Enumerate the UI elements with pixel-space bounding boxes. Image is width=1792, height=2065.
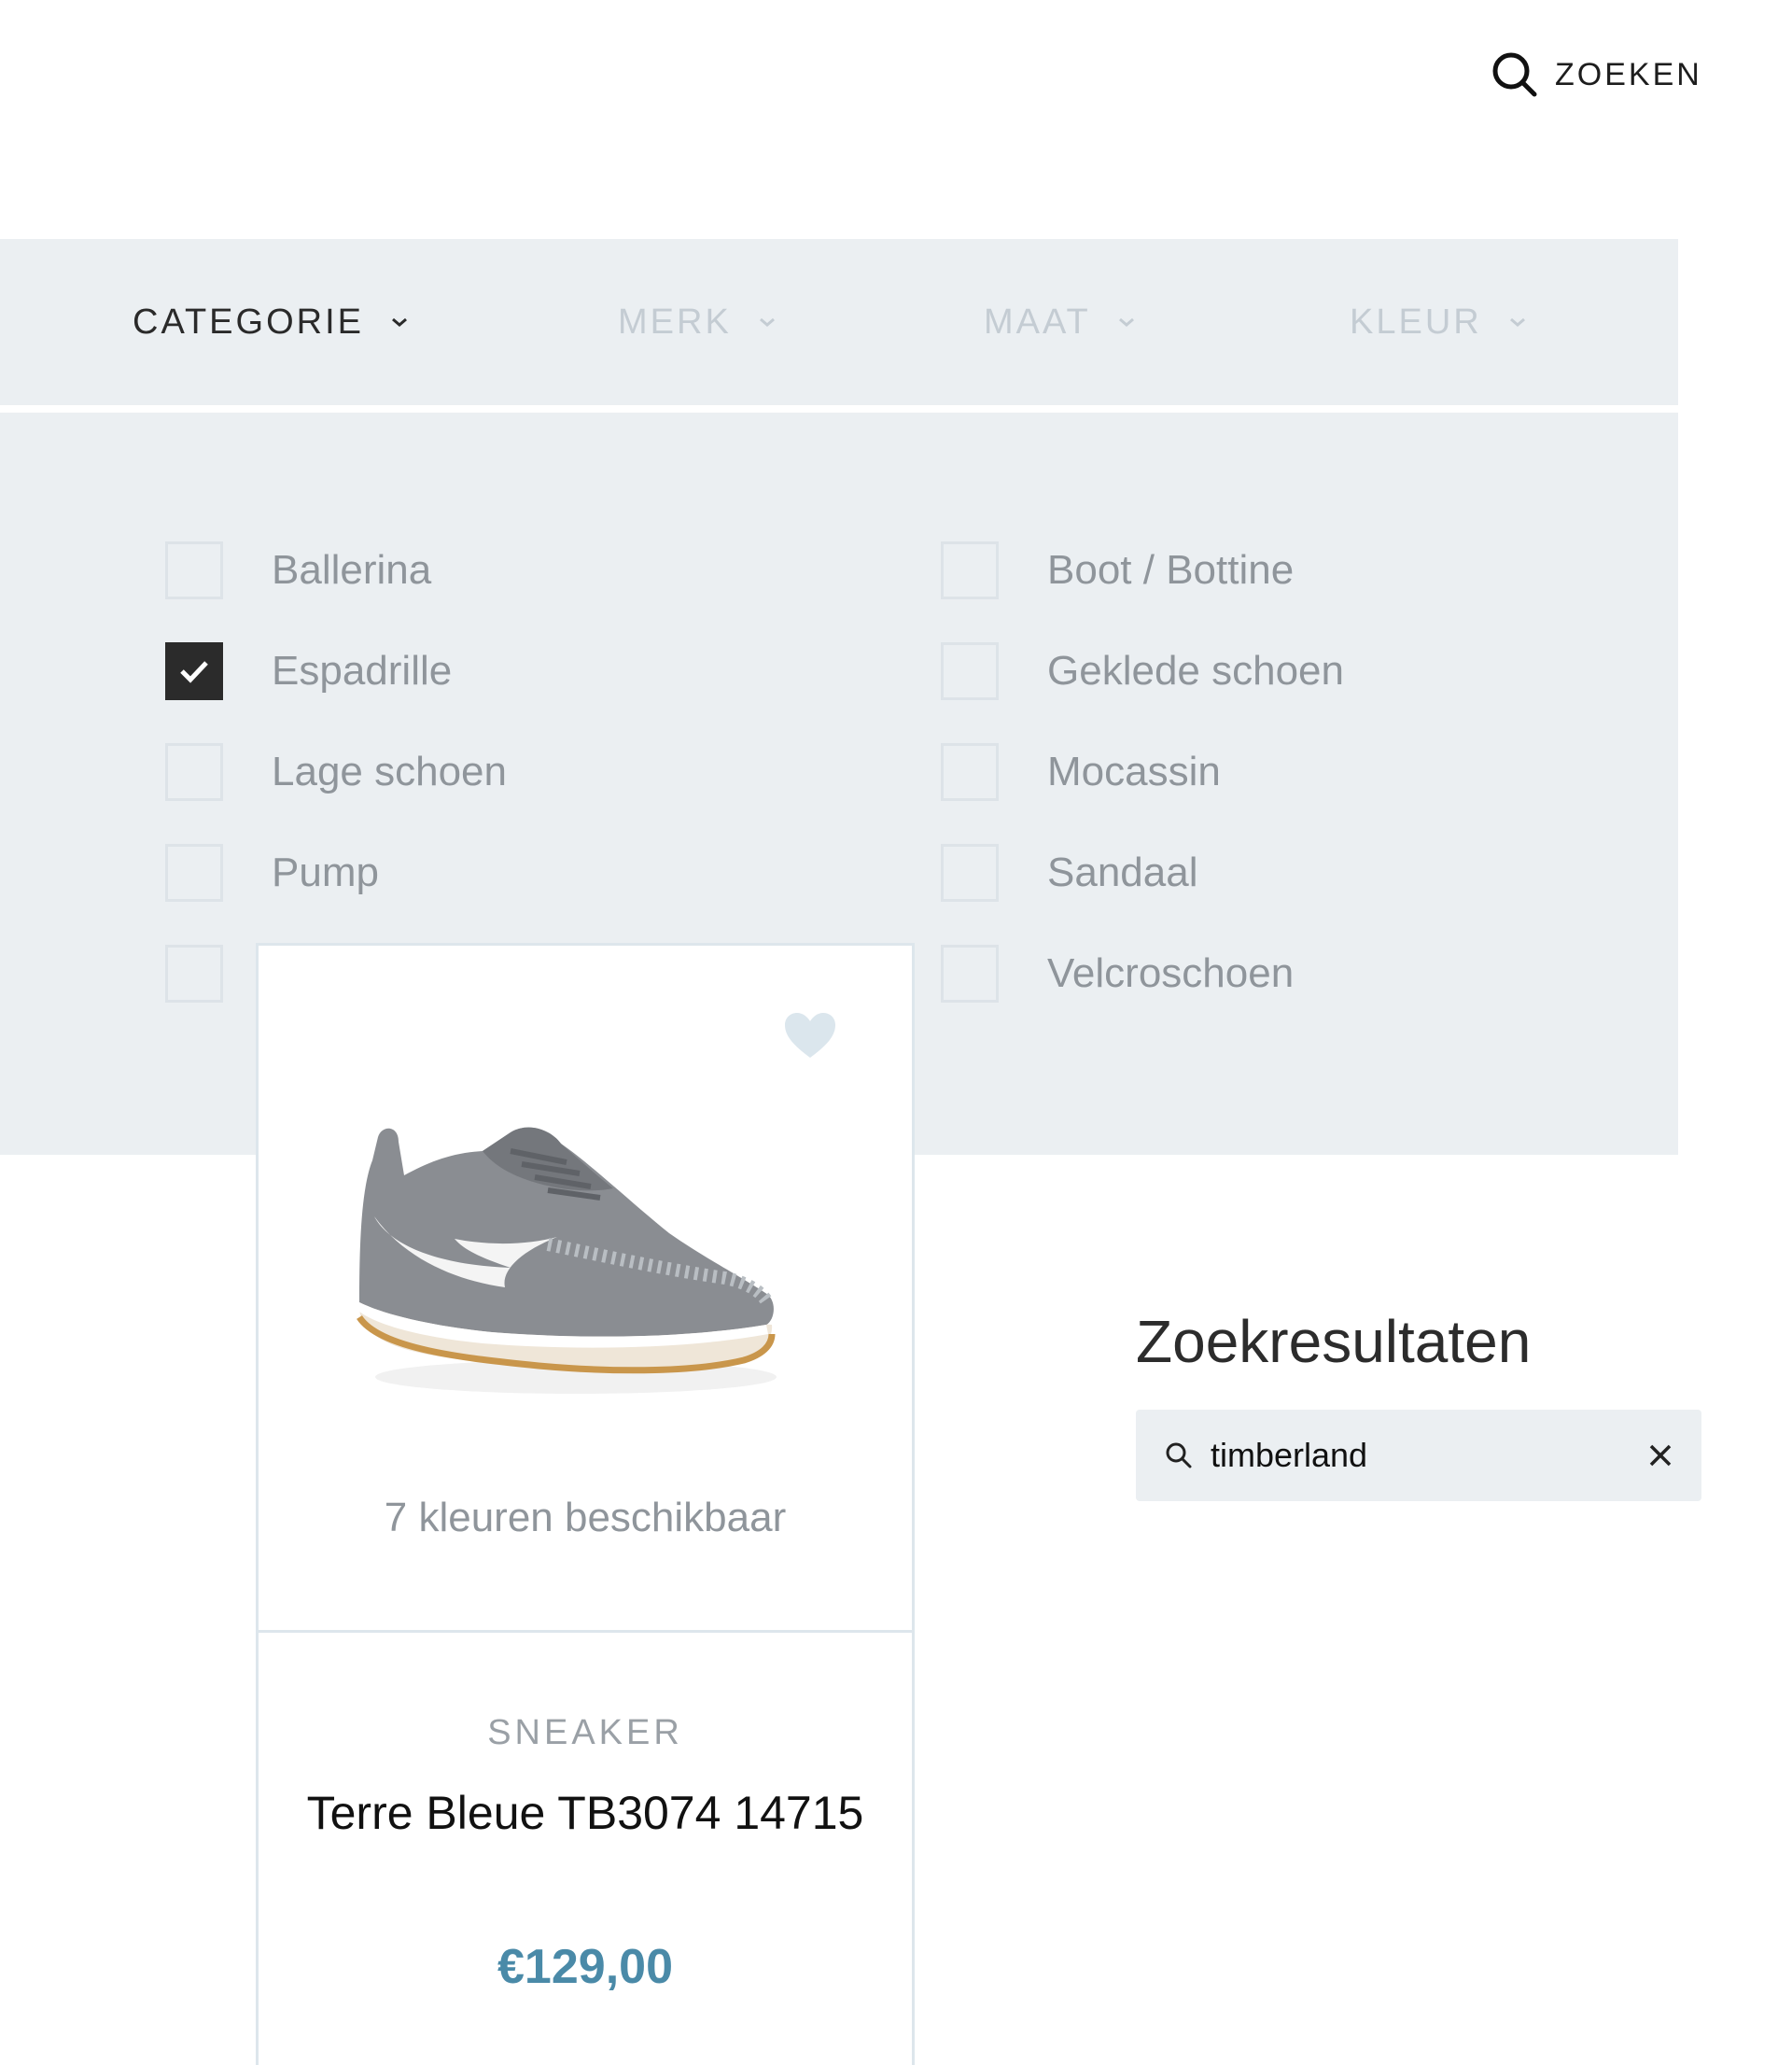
option-label: Velcroschoen [1047, 950, 1295, 996]
tab-maat[interactable]: MAAT [984, 239, 1136, 405]
product-name[interactable]: Terre Bleue TB3074 14715 [296, 1782, 875, 1844]
checkbox[interactable] [165, 743, 223, 801]
search-box [1136, 1410, 1701, 1501]
category-option-geklede-schoen[interactable]: Geklede schoen [941, 640, 1344, 702]
colors-available: 7 kleuren beschikbaar [384, 1495, 787, 1540]
checkbox[interactable] [941, 743, 999, 801]
checkbox[interactable] [941, 844, 999, 902]
chevron-down-icon [392, 317, 407, 327]
product-card[interactable]: 7 kleuren beschikbaar SNEAKER Terre Bleu… [256, 943, 915, 2065]
tab-merk[interactable]: MERK [618, 239, 777, 405]
tab-label: CATEGORIE [133, 302, 364, 342]
option-label: Lage schoen [272, 749, 507, 794]
checkbox-checked[interactable] [165, 642, 223, 700]
checkbox[interactable] [941, 642, 999, 700]
category-option-ballerina[interactable]: Ballerina [165, 540, 431, 601]
top-search-link[interactable]: ZOEKEN [1490, 49, 1702, 101]
chevron-down-icon [1118, 317, 1134, 327]
product-category: SNEAKER [487, 1713, 683, 1752]
card-divider [259, 1630, 912, 1633]
checkbox[interactable] [941, 541, 999, 599]
option-label: Mocassin [1047, 749, 1221, 794]
results-title: Zoekresultaten [1136, 1308, 1532, 1375]
option-label: Pump [272, 850, 379, 895]
checkbox[interactable] [165, 844, 223, 902]
search-input[interactable] [1211, 1410, 1612, 1501]
checkbox[interactable] [165, 541, 223, 599]
option-label: Espadrille [272, 648, 453, 694]
checkbox[interactable] [941, 945, 999, 1003]
search-icon [1492, 52, 1537, 97]
search-icon [1166, 1442, 1192, 1468]
option-label: Sandaal [1047, 850, 1198, 895]
category-option-velcroschoen[interactable]: Velcroschoen [941, 943, 1294, 1004]
product-price: €129,00 [497, 1940, 673, 1994]
category-option-mocassin[interactable]: Mocassin [941, 741, 1221, 803]
tab-categorie[interactable]: CATEGORIE [133, 239, 409, 405]
checkbox[interactable] [165, 945, 223, 1003]
search-label: ZOEKEN [1555, 56, 1702, 92]
category-option-lage-schoen[interactable]: Lage schoen [165, 741, 507, 803]
filter-tab-bar: CATEGORIE MERK MAAT KLEUR [0, 239, 1678, 405]
option-label: Ballerina [272, 547, 432, 593]
category-option-espadrille[interactable]: Espadrille [165, 640, 452, 702]
product-image[interactable] [352, 1104, 781, 1412]
chevron-down-icon [1509, 317, 1525, 327]
chevron-down-icon [759, 317, 775, 327]
category-option-sandaal[interactable]: Sandaal [941, 842, 1197, 904]
option-label: Boot / Bottine [1047, 547, 1295, 593]
checkmark-icon [180, 661, 208, 683]
tab-label: MAAT [984, 302, 1091, 342]
category-option-pump[interactable]: Pump [165, 842, 379, 904]
close-icon[interactable] [1642, 1437, 1679, 1474]
option-label: Geklede schoen [1047, 648, 1344, 694]
tab-label: KLEUR [1350, 302, 1482, 342]
heart-icon[interactable] [783, 1011, 837, 1060]
tab-label: MERK [618, 302, 732, 342]
category-option-boot-bottine[interactable]: Boot / Bottine [941, 540, 1294, 601]
tab-kleur[interactable]: KLEUR [1350, 239, 1527, 405]
